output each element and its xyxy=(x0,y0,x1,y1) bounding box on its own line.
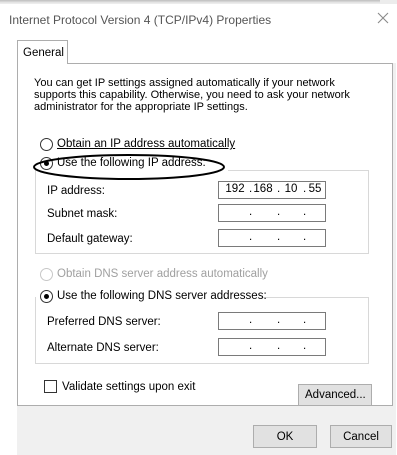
use-following-dns-radio[interactable]: Use the following DNS server addresses: xyxy=(40,290,267,303)
octet: 168 xyxy=(253,183,273,195)
alternate-dns-field[interactable]: ... xyxy=(218,338,326,356)
preferred-dns-field[interactable]: ... xyxy=(218,312,326,330)
dialog-window: Internet Protocol Version 4 (TCP/IPv4) P… xyxy=(0,0,397,455)
octet: 55 xyxy=(308,183,322,195)
advanced-button[interactable]: Advanced... xyxy=(298,384,372,406)
use-following-ip-radio[interactable]: Use the following IP address: xyxy=(40,157,206,170)
use-following-ip-label: Use the following IP address: xyxy=(57,157,206,169)
radio-circle-checked xyxy=(40,157,53,170)
radio-circle xyxy=(40,138,53,151)
radio-circle-checked xyxy=(40,290,53,303)
close-icon xyxy=(377,12,389,24)
octet: 10 xyxy=(284,183,298,195)
ip-address-label: IP address: xyxy=(47,185,105,197)
description-text: You can get IP settings assigned automat… xyxy=(34,77,350,113)
radio-circle-disabled xyxy=(40,268,53,281)
cancel-button[interactable]: Cancel xyxy=(330,425,392,448)
ok-button[interactable]: OK xyxy=(253,425,317,448)
validate-checkbox[interactable] xyxy=(44,380,57,393)
ip-address-field[interactable]: 192 . 168 . 10 . 55 xyxy=(218,181,326,199)
default-gateway-label: Default gateway: xyxy=(47,233,133,245)
obtain-ip-auto-radio[interactable]: Obtain an IP address automatically xyxy=(40,138,235,151)
octet: 192 xyxy=(225,183,245,195)
window-title: Internet Protocol Version 4 (TCP/IPv4) P… xyxy=(9,13,272,27)
tab-general-label: General xyxy=(23,47,64,59)
dialog-left-margin xyxy=(0,36,8,455)
obtain-ip-auto-label: Obtain an IP address automatically xyxy=(57,138,236,150)
close-button[interactable] xyxy=(370,8,396,30)
use-following-dns-label: Use the following DNS server addresses: xyxy=(57,290,267,302)
subnet-mask-field[interactable]: ... xyxy=(218,204,326,222)
subnet-mask-label: Subnet mask: xyxy=(47,208,118,220)
tab-general[interactable]: General xyxy=(17,40,68,64)
preferred-dns-label: Preferred DNS server: xyxy=(47,316,161,328)
validate-label: Validate settings upon exit xyxy=(62,381,196,393)
obtain-dns-auto-radio[interactable]: Obtain DNS server address automatically xyxy=(40,268,268,281)
alternate-dns-label: Alternate DNS server: xyxy=(47,342,159,354)
default-gateway-field[interactable]: ... xyxy=(218,229,326,247)
obtain-dns-auto-label: Obtain DNS server address automatically xyxy=(57,268,268,280)
